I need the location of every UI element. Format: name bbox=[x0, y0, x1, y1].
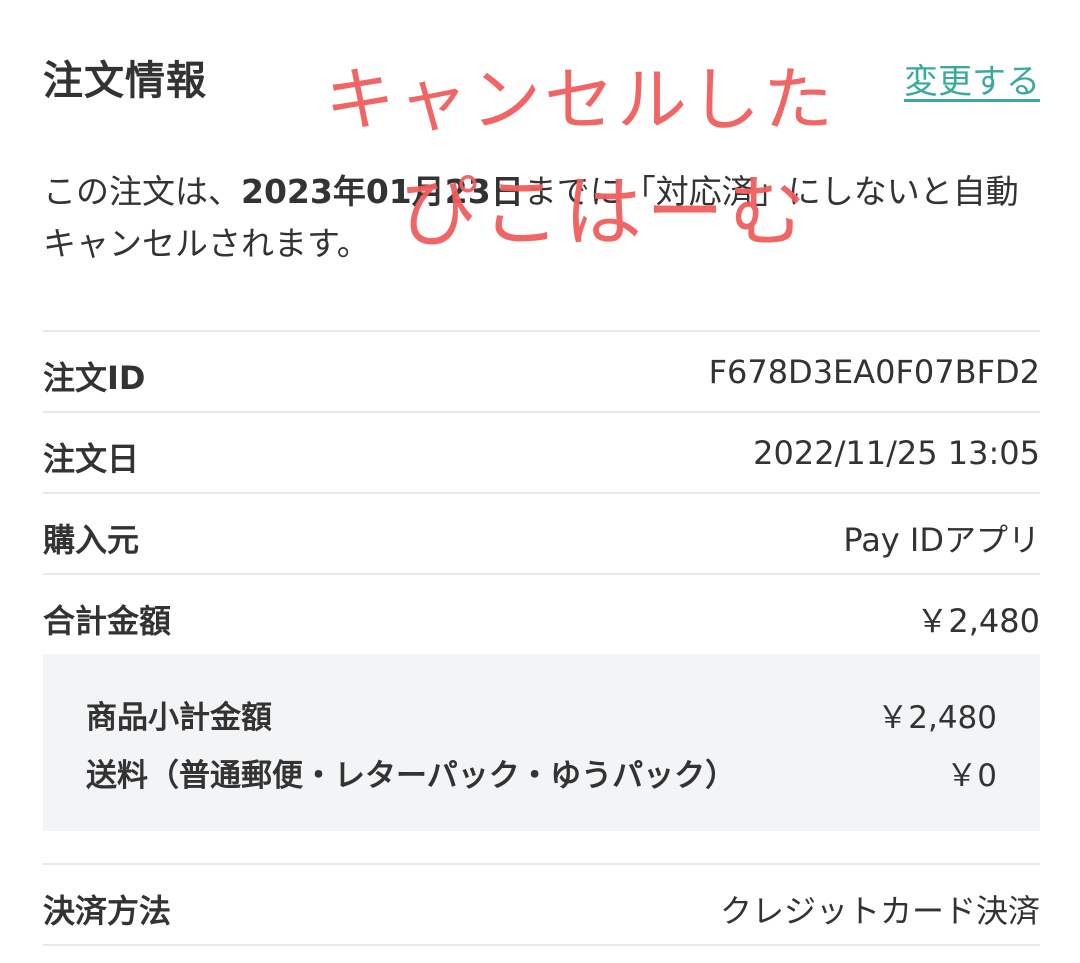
order-id-row: 注文ID F678D3EA0F07BFD2 bbox=[43, 330, 1040, 411]
order-details-list: 注文ID F678D3EA0F07BFD2 注文日 2022/11/25 13:… bbox=[43, 330, 1040, 946]
order-id-label: 注文ID bbox=[43, 359, 146, 397]
subtotal-row: 商品小計金額 ￥2,480 bbox=[86, 692, 997, 742]
section-title: 注文情報 bbox=[43, 58, 207, 104]
payment-method-value: クレジットカード決済 bbox=[719, 892, 1040, 930]
subtotal-value: ￥2,480 bbox=[877, 700, 997, 736]
order-info-page: 注文情報 変更する この注文は、2023年01月23日までに「対応済」にしないと… bbox=[0, 0, 1080, 963]
shipping-label: 送料（普通郵便・レターパック・ゆうパック） bbox=[86, 758, 737, 794]
subtotal-label: 商品小計金額 bbox=[86, 700, 272, 736]
purchase-source-label: 購入元 bbox=[43, 521, 140, 559]
notice-prefix: この注文は、 bbox=[43, 172, 241, 211]
purchase-source-value: Pay IDアプリ bbox=[843, 521, 1040, 559]
purchase-source-row: 購入元 Pay IDアプリ bbox=[43, 492, 1040, 573]
shipping-value: ￥0 bbox=[946, 758, 997, 794]
total-row: 合計金額 ￥2,480 bbox=[43, 573, 1040, 654]
auto-cancel-notice: この注文は、2023年01月23日までに「対応済」にしないと自動キャンセルされま… bbox=[43, 166, 1033, 270]
total-label: 合計金額 bbox=[43, 602, 172, 640]
payment-method-label: 決済方法 bbox=[43, 892, 172, 930]
shipping-row: 送料（普通郵便・レターパック・ゆうパック） ￥0 bbox=[86, 750, 997, 800]
notice-deadline: 2023年01月23日 bbox=[241, 172, 524, 211]
order-date-value: 2022/11/25 13:05 bbox=[753, 434, 1040, 472]
order-id-value: F678D3EA0F07BFD2 bbox=[708, 353, 1040, 391]
section-header: 注文情報 変更する bbox=[43, 44, 1040, 114]
change-link[interactable]: 変更する bbox=[904, 54, 1040, 103]
order-date-row: 注文日 2022/11/25 13:05 bbox=[43, 411, 1040, 492]
payment-method-row: 決済方法 クレジットカード決済 bbox=[43, 863, 1040, 946]
price-breakdown: 商品小計金額 ￥2,480 送料（普通郵便・レターパック・ゆうパック） ￥0 bbox=[43, 654, 1040, 831]
order-date-label: 注文日 bbox=[43, 440, 140, 478]
total-value: ￥2,480 bbox=[916, 602, 1040, 640]
